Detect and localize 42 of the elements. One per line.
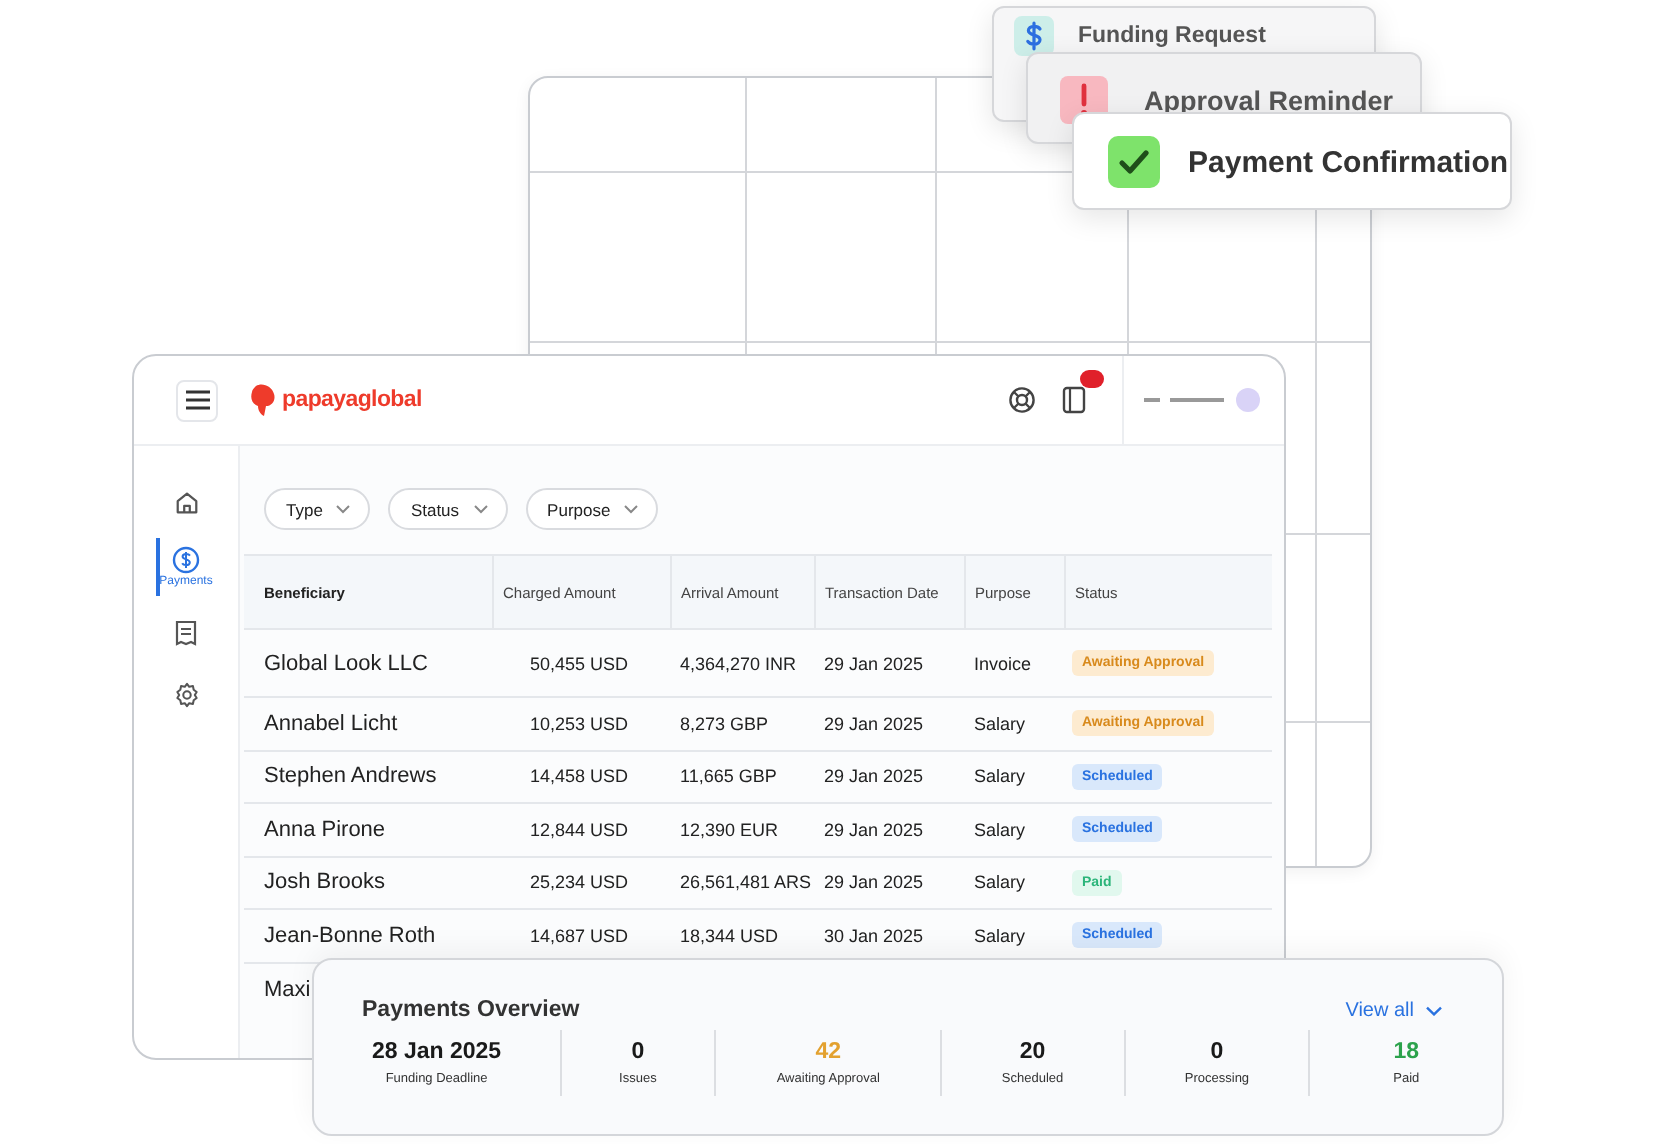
- table-cell: 25,234 USD: [530, 872, 629, 893]
- table-cell: Stephen Andrews: [264, 764, 437, 789]
- notification-title: Approval Reminder: [1144, 85, 1394, 115]
- table-cell: 12,390 EUR: [680, 819, 779, 840]
- table-cell: Salary: [974, 819, 1026, 840]
- table-cell: 29 Jan 2025: [824, 819, 924, 840]
- table-cell: Annabel Licht: [264, 711, 398, 736]
- table-cell: 14,458 USD: [530, 766, 629, 787]
- table-cell: Jean-Bonne Roth: [264, 923, 436, 948]
- stat-value: 0: [631, 1040, 645, 1064]
- logo-text: papayaglobal: [282, 388, 422, 412]
- table-cell: Salary: [974, 872, 1026, 893]
- table-cell: Salary: [974, 925, 1026, 946]
- table-cell: 26,561,481 ARS: [680, 872, 812, 893]
- table-cell: Anna Pirone: [264, 817, 386, 842]
- table-cell: 29 Jan 2025: [824, 713, 924, 734]
- notification-title: Funding Request: [1078, 24, 1266, 48]
- stat-value: 42: [815, 1040, 842, 1064]
- stat-value: 18: [1393, 1040, 1420, 1064]
- table-cell: 4,364,270 INR: [680, 653, 797, 673]
- table-cell: 10,253 USD: [530, 713, 629, 734]
- table-cell: 29 Jan 2025: [824, 872, 924, 893]
- table-cell: 12,844 USD: [530, 819, 629, 840]
- table-cell: 30 Jan 2025: [824, 925, 924, 946]
- table-cell: 14,687 USD: [530, 925, 629, 946]
- table-cell: 50,455 USD: [530, 653, 629, 673]
- table-cell: Salary: [974, 766, 1026, 787]
- table-cell: 11,665 GBP: [680, 766, 777, 787]
- stat-value: 28 Jan 2025: [371, 1040, 502, 1064]
- table-cell: Maxi: [264, 977, 311, 1001]
- table-cell: Josh Brooks: [264, 870, 386, 895]
- table-cell: 29 Jan 2025: [824, 653, 924, 673]
- stat-value: 20: [1019, 1040, 1046, 1064]
- notification-title: Payment Confirmation: [1188, 145, 1509, 179]
- table-cell: Salary: [974, 713, 1026, 734]
- table-cell: Invoice: [974, 653, 1032, 673]
- overview-title: Payments Overview: [362, 998, 580, 1022]
- table-cell: Global Look LLC: [264, 651, 428, 675]
- stat-value: 0: [1210, 1040, 1224, 1064]
- table-cell: 29 Jan 2025: [824, 766, 924, 787]
- table-cell: 18,344 USD: [680, 925, 779, 946]
- table-cell: 8,273 GBP: [680, 713, 769, 734]
